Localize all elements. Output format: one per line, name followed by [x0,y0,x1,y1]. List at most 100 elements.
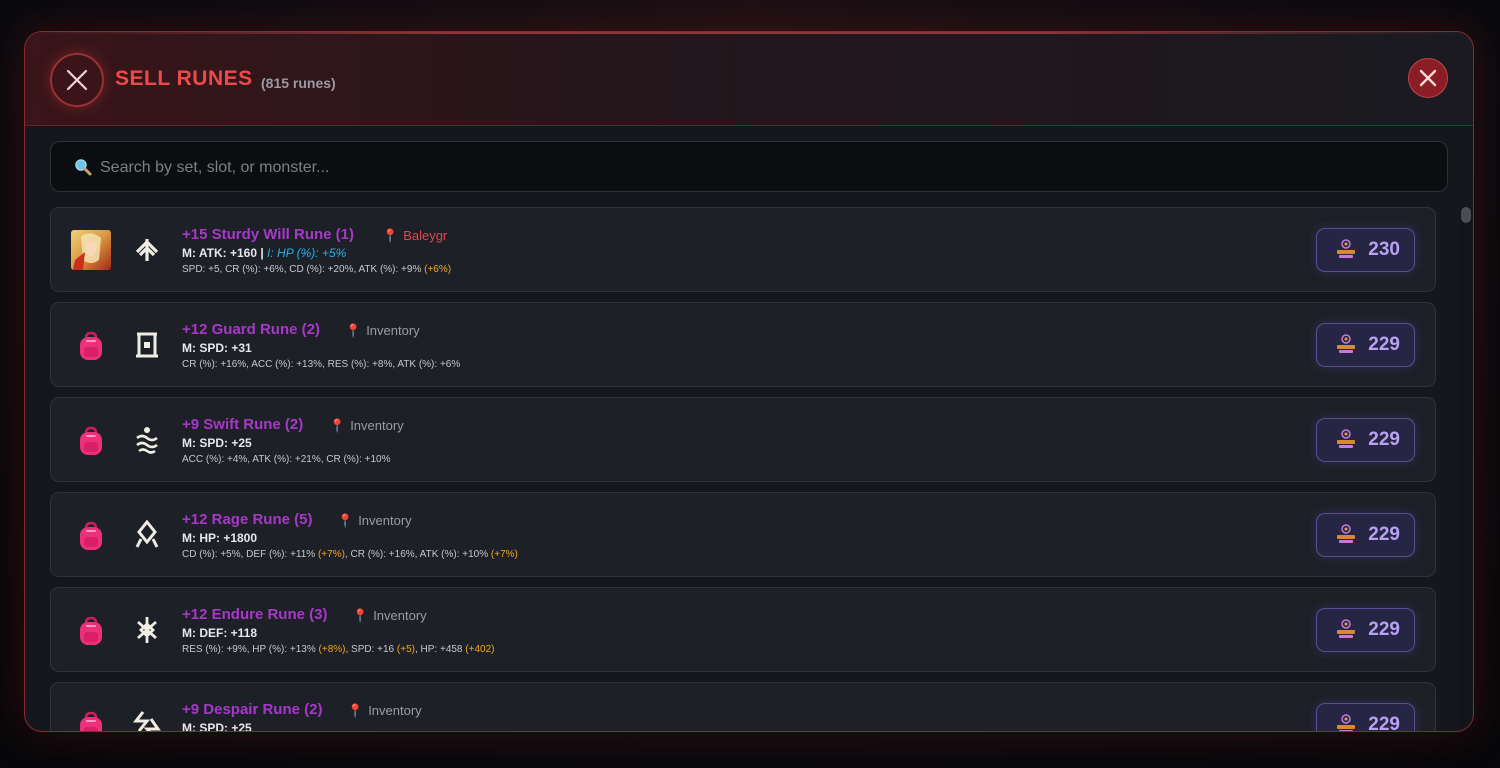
modal-header: SELL RUNES (815 runes) [25,32,1473,126]
substat: , HP: +458 [414,644,466,655]
will-rune-icon [135,239,159,261]
rune-row[interactable]: +12 Endure Rune (3) 📍 Inventory M: DEF: +… [50,587,1436,672]
location-pin-icon: 📍 [329,418,346,433]
substat: , CR (%): +16%, ATK (%): +10% [344,549,491,560]
substat: CD (%): +5%, DEF (%): +11% [182,549,318,560]
sell-price: 229 [1368,429,1400,450]
rune-lens-logo [1337,429,1355,448]
rune-location: 📍 Baleygr [382,228,447,244]
location-label: Baleygr [403,228,448,243]
rune-lens-logo [1337,524,1355,543]
location-pin-icon: 📍 [382,228,399,243]
scrollbar-thumb[interactable] [1461,207,1471,223]
rune-location: 📍 Inventory [337,513,412,529]
rune-substats: CD (%): +5%, DEF (%): +11% (+7%), CR (%)… [182,549,518,560]
grind-value: (+6%) [424,264,452,275]
rune-title: +12 Guard Rune (2) [182,321,320,338]
sell-price: 230 [1368,239,1400,260]
location-label: Inventory [373,608,427,623]
location-pin-icon: 📍 [352,608,369,623]
rune-lens-logo [1337,619,1355,638]
rune-count: (815 runes) [261,75,336,91]
grind-value: (+5) [396,644,415,655]
despair-rune-icon [132,711,161,731]
rune-title: +9 Despair Rune (2) [182,701,323,718]
sell-price: 229 [1368,334,1400,355]
rune-main-stat: M: HP: +1800 [182,531,258,545]
rune-title: +12 Rage Rune (5) [182,511,313,528]
grind-value: (+8%) [318,644,346,655]
rune-main-stat: M: DEF: +118 [182,626,258,640]
sell-price: 229 [1368,619,1400,640]
rune-main-stat: M: SPD: +25 [182,721,252,731]
backpack-icon [80,426,102,455]
backpack-icon [80,711,102,731]
substat: CD (%): +20%, [289,264,359,275]
search-bar [50,141,1448,193]
location-pin-icon: 📍 [347,703,364,718]
rune-substats: CR (%): +16%, ACC (%): +13%, RES (%): +8… [182,359,460,370]
rune-title: +9 Swift Rune (2) [182,416,304,433]
monster-avatar [71,230,111,270]
rune-location: 📍 Inventory [329,418,404,434]
substat: CR (%): +16%, ACC (%): +13%, RES (%): +8… [182,359,461,370]
location-label: Inventory [358,513,412,528]
substat: , SPD: +16 [345,644,397,655]
rage-rune-icon [135,519,159,548]
location-label: Inventory [366,323,420,338]
rune-lens-logo [1337,714,1355,731]
guard-rune-icon [136,332,158,358]
rune-lens-logo [1337,334,1355,353]
grind-value: (+7%) [490,549,518,560]
rune-substats: RES (%): +9%, HP (%): +13% (+8%), SPD: +… [182,644,494,655]
location-pin-icon: 📍 [345,323,362,338]
sell-runes-modal: SELL RUNES (815 runes) Search by set, sl… [24,31,1474,732]
backpack-icon [80,331,102,360]
rune-substats: SPD: +5, CR (%): +6%, CD (%): +20%, ATK … [182,264,451,275]
rune-location: 📍 Inventory [347,703,422,719]
substat: ATK (%): +9% [358,264,425,275]
close-icon [1419,69,1437,87]
sell-price-button[interactable]: 229 [1316,703,1415,731]
rune-main-stat: M: SPD: +25 [182,436,252,450]
rune-substats: ACC (%): +4%, ATK (%): +21%, CR (%): +10… [182,454,391,465]
grind-value: (+402) [465,644,495,655]
endure-rune-icon [137,617,157,643]
backpack-icon [80,521,102,550]
grind-value: (+7%) [317,549,345,560]
substat: RES (%): +9%, HP (%): +13% [182,644,319,655]
back-close-button[interactable] [50,53,104,107]
rune-title: +15 Sturdy Will Rune (1) [182,226,354,243]
rune-list: +15 Sturdy Will Rune (1) 📍 Baleygr M: ATK… [50,207,1436,731]
rune-row[interactable]: +15 Sturdy Will Rune (1) 📍 Baleygr M: ATK… [50,207,1436,292]
swift-rune-icon [136,427,158,454]
close-button[interactable] [1408,58,1448,98]
rune-row[interactable]: +9 Despair Rune (2) 📍 Inventory M: SPD: +… [50,682,1436,731]
location-pin-icon: 📍 [337,513,354,528]
rune-location: 📍 Inventory [345,323,420,339]
search-input[interactable] [98,142,1422,193]
sell-price-button[interactable]: 229 [1316,418,1415,462]
location-label: Inventory [368,703,422,718]
rune-lens-logo [1337,239,1355,258]
modal-title: SELL RUNES [115,67,253,90]
rune-row[interactable]: +9 Swift Rune (2) 📍 Inventory M: SPD: +25… [50,397,1436,482]
location-label: Inventory [350,418,404,433]
sell-price-button[interactable]: 229 [1316,608,1415,652]
sell-price: 229 [1368,714,1400,731]
sell-price-button[interactable]: 229 [1316,513,1415,557]
rune-row[interactable]: +12 Guard Rune (2) 📍 Inventory M: SPD: +3… [50,302,1436,387]
main-stat-text: M: ATK: +160 [182,246,258,260]
sell-price-button[interactable]: 229 [1316,323,1415,367]
substat: SPD: +5, [182,264,226,275]
close-icon [66,69,88,91]
rune-row[interactable]: +12 Rage Rune (5) 📍 Inventory M: HP: +180… [50,492,1436,577]
innate-stat: I: HP (%): +5% [267,246,347,260]
substat: CR (%): +6%, [225,264,290,275]
rune-location: 📍 Inventory [352,608,427,624]
substat: ACC (%): +4%, ATK (%): +21%, CR (%): +10… [182,454,391,465]
backpack-icon [80,616,102,645]
scrollbar[interactable] [1460,207,1472,731]
search-icon [75,159,92,176]
sell-price-button[interactable]: 230 [1316,228,1415,272]
